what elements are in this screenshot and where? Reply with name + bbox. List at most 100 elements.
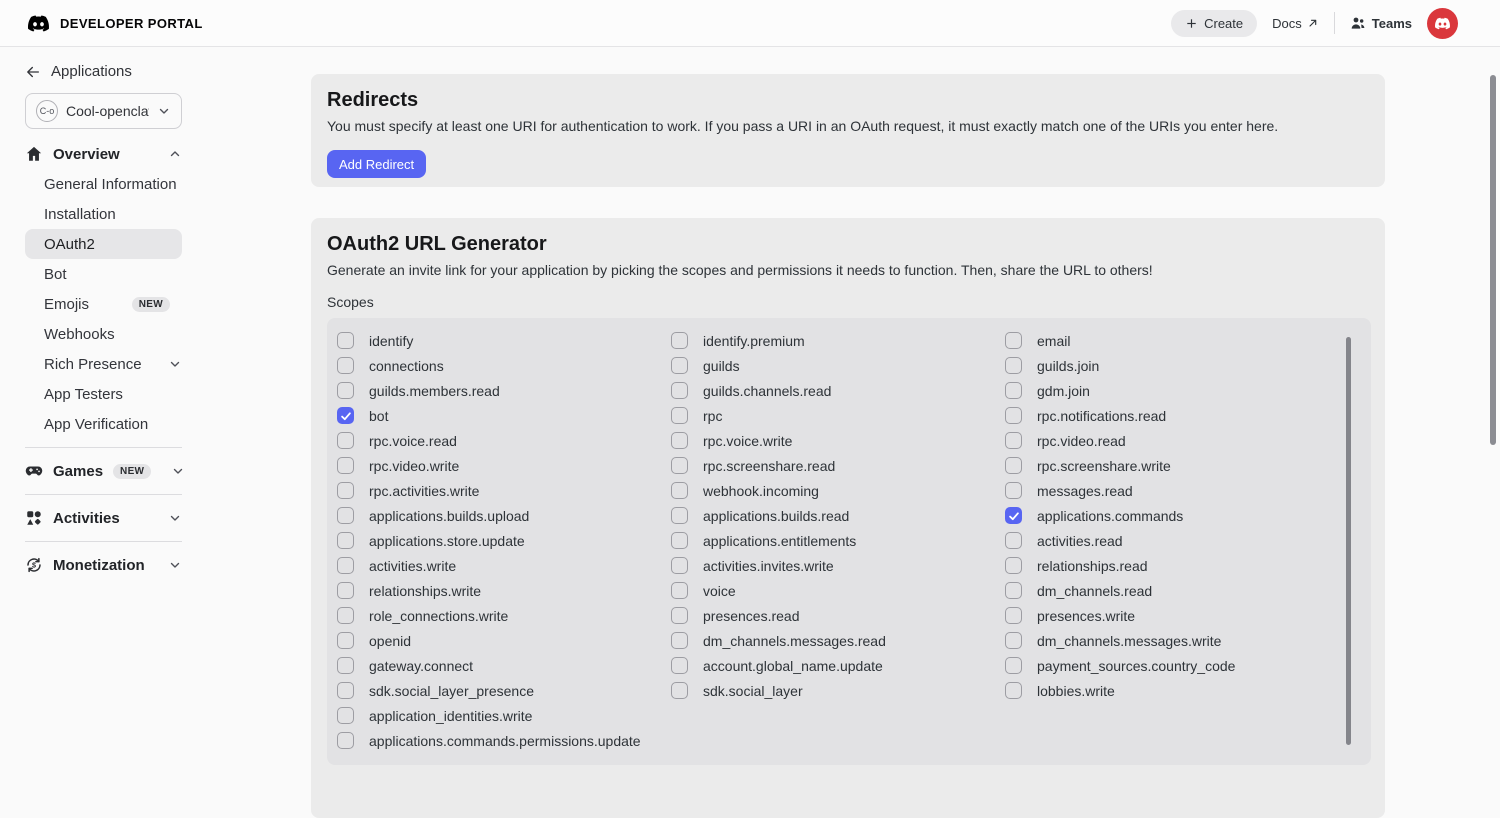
scope-row-applications.builds.read[interactable]: applications.builds.read (671, 503, 1005, 528)
scope-row-sdk.social_layer_presence[interactable]: sdk.social_layer_presence (337, 678, 671, 703)
scope-row-connections[interactable]: connections (337, 353, 671, 378)
scope-row-guilds.channels.read[interactable]: guilds.channels.read (671, 378, 1005, 403)
create-button[interactable]: Create (1171, 10, 1257, 37)
checkbox-unchecked[interactable] (1005, 607, 1022, 624)
sidebar-item-overview[interactable]: Overview (25, 139, 182, 169)
scope-row-activities.invites.write[interactable]: activities.invites.write (671, 553, 1005, 578)
sidebar-item-webhooks[interactable]: Webhooks (25, 319, 182, 349)
checkbox-unchecked[interactable] (337, 507, 354, 524)
scope-row-presences.read[interactable]: presences.read (671, 603, 1005, 628)
scope-row-gateway.connect[interactable]: gateway.connect (337, 653, 671, 678)
sidebar-item-app-verification[interactable]: App Verification (25, 409, 182, 439)
checkbox-unchecked[interactable] (1005, 432, 1022, 449)
sidebar-item-bot[interactable]: Bot (25, 259, 182, 289)
scope-row-applications.entitlements[interactable]: applications.entitlements (671, 528, 1005, 553)
scope-row-lobbies.write[interactable]: lobbies.write (1005, 678, 1339, 703)
checkbox-unchecked[interactable] (337, 682, 354, 699)
checkbox-unchecked[interactable] (671, 682, 688, 699)
checkbox-unchecked[interactable] (337, 457, 354, 474)
sidebar-item-oauth2[interactable]: OAuth2 (25, 229, 182, 259)
scope-row-dm_channels.messages.read[interactable]: dm_channels.messages.read (671, 628, 1005, 653)
checkbox-unchecked[interactable] (1005, 532, 1022, 549)
checkbox-unchecked[interactable] (671, 357, 688, 374)
sidebar-item-monetization[interactable]: $Monetization (25, 550, 182, 580)
checkbox-unchecked[interactable] (1005, 382, 1022, 399)
sidebar-item-app-testers[interactable]: App Testers (25, 379, 182, 409)
scope-row-rpc.video.read[interactable]: rpc.video.read (1005, 428, 1339, 453)
scope-row-bot[interactable]: bot (337, 403, 671, 428)
scope-row-applications.builds.upload[interactable]: applications.builds.upload (337, 503, 671, 528)
scope-row-openid[interactable]: openid (337, 628, 671, 653)
checkbox-unchecked[interactable] (337, 732, 354, 749)
scope-row-email[interactable]: email (1005, 328, 1339, 353)
scope-row-account.global_name.update[interactable]: account.global_name.update (671, 653, 1005, 678)
checkbox-unchecked[interactable] (337, 382, 354, 399)
checkbox-unchecked[interactable] (671, 557, 688, 574)
scope-row-webhook.incoming[interactable]: webhook.incoming (671, 478, 1005, 503)
scope-row-dm_channels.messages.write[interactable]: dm_channels.messages.write (1005, 628, 1339, 653)
scope-row-dm_channels.read[interactable]: dm_channels.read (1005, 578, 1339, 603)
checkbox-unchecked[interactable] (337, 357, 354, 374)
app-selector-dropdown[interactable]: C-o Cool-openclaw (25, 93, 182, 129)
scope-row-rpc.screenshare.write[interactable]: rpc.screenshare.write (1005, 453, 1339, 478)
scope-row-applications.commands[interactable]: applications.commands (1005, 503, 1339, 528)
scope-row-applications.commands.permissions.update[interactable]: applications.commands.permissions.update (337, 728, 671, 753)
scope-row-application_identities.write[interactable]: application_identities.write (337, 703, 671, 728)
scope-row-voice[interactable]: voice (671, 578, 1005, 603)
scope-row-activities.read[interactable]: activities.read (1005, 528, 1339, 553)
teams-link[interactable]: Teams (1350, 15, 1412, 31)
sidebar-item-general-information[interactable]: General Information (25, 169, 182, 199)
add-redirect-button[interactable]: Add Redirect (327, 150, 426, 178)
checkbox-checked[interactable] (337, 407, 354, 424)
scope-row-identify[interactable]: identify (337, 328, 671, 353)
scope-row-rpc.video.write[interactable]: rpc.video.write (337, 453, 671, 478)
checkbox-unchecked[interactable] (337, 557, 354, 574)
checkbox-unchecked[interactable] (671, 607, 688, 624)
scope-row-messages.read[interactable]: messages.read (1005, 478, 1339, 503)
checkbox-unchecked[interactable] (1005, 457, 1022, 474)
scope-row-rpc.activities.write[interactable]: rpc.activities.write (337, 478, 671, 503)
checkbox-unchecked[interactable] (337, 707, 354, 724)
sidebar-item-activities[interactable]: Activities (25, 503, 182, 533)
sidebar-item-games[interactable]: GamesNEW (25, 456, 182, 486)
docs-link[interactable]: Docs (1272, 16, 1319, 31)
scope-row-rpc.voice.read[interactable]: rpc.voice.read (337, 428, 671, 453)
checkbox-unchecked[interactable] (671, 382, 688, 399)
checkbox-unchecked[interactable] (1005, 557, 1022, 574)
checkbox-unchecked[interactable] (671, 507, 688, 524)
checkbox-unchecked[interactable] (1005, 407, 1022, 424)
checkbox-unchecked[interactable] (1005, 632, 1022, 649)
checkbox-unchecked[interactable] (337, 482, 354, 499)
scope-row-rpc.notifications.read[interactable]: rpc.notifications.read (1005, 403, 1339, 428)
back-to-applications-link[interactable]: Applications (25, 63, 182, 80)
checkbox-unchecked[interactable] (1005, 357, 1022, 374)
checkbox-unchecked[interactable] (671, 657, 688, 674)
checkbox-unchecked[interactable] (1005, 582, 1022, 599)
checkbox-unchecked[interactable] (671, 407, 688, 424)
checkbox-unchecked[interactable] (1005, 657, 1022, 674)
scope-row-rpc.screenshare.read[interactable]: rpc.screenshare.read (671, 453, 1005, 478)
checkbox-unchecked[interactable] (337, 432, 354, 449)
checkbox-unchecked[interactable] (337, 657, 354, 674)
scope-row-guilds.join[interactable]: guilds.join (1005, 353, 1339, 378)
scope-row-presences.write[interactable]: presences.write (1005, 603, 1339, 628)
checkbox-unchecked[interactable] (337, 632, 354, 649)
sidebar-item-installation[interactable]: Installation (25, 199, 182, 229)
checkbox-unchecked[interactable] (1005, 682, 1022, 699)
checkbox-unchecked[interactable] (671, 332, 688, 349)
scope-row-guilds.members.read[interactable]: guilds.members.read (337, 378, 671, 403)
page-scrollbar[interactable] (1490, 75, 1496, 445)
scope-row-applications.store.update[interactable]: applications.store.update (337, 528, 671, 553)
scope-row-rpc[interactable]: rpc (671, 403, 1005, 428)
checkbox-unchecked[interactable] (671, 482, 688, 499)
checkbox-checked[interactable] (1005, 507, 1022, 524)
scope-row-payment_sources.country_code[interactable]: payment_sources.country_code (1005, 653, 1339, 678)
checkbox-unchecked[interactable] (337, 532, 354, 549)
scope-row-identify.premium[interactable]: identify.premium (671, 328, 1005, 353)
checkbox-unchecked[interactable] (337, 582, 354, 599)
checkbox-unchecked[interactable] (337, 332, 354, 349)
checkbox-unchecked[interactable] (337, 607, 354, 624)
scopes-scrollbar[interactable] (1346, 337, 1351, 745)
sidebar-item-rich-presence[interactable]: Rich Presence (25, 349, 182, 379)
checkbox-unchecked[interactable] (671, 632, 688, 649)
